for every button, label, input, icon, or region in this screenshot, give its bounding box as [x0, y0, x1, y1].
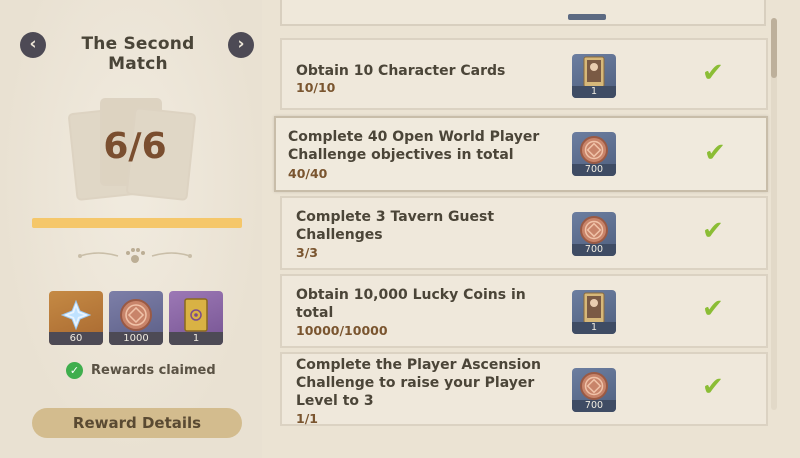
reward-details-button[interactable]: Reward Details: [32, 408, 242, 438]
task-row[interactable]: Complete 40 Open World Player Challenge …: [274, 116, 768, 192]
character-card-icon: [583, 56, 605, 88]
paw-divider-icon: [78, 248, 192, 263]
checkmark-icon: ✔: [702, 58, 724, 88]
reward-qty: 700: [572, 164, 616, 176]
match-panel: ‹ The Second Match › 6/6 60 1000 1 ✓ Rew…: [0, 0, 262, 458]
task-title: Complete 40 Open World Player Challenge …: [288, 129, 540, 163]
task-progress: 1/1: [296, 411, 318, 426]
challenge-list[interactable]: Obtain 10 Character Cards 10/10 1 ✔ Comp…: [262, 0, 800, 458]
task-progress: 3/3: [296, 245, 318, 260]
checkmark-icon: ✔: [702, 216, 724, 246]
lucky-coin-icon: [580, 216, 608, 245]
task-progress: 10/10: [296, 80, 336, 95]
task-reward[interactable]: 1: [572, 54, 616, 98]
match-progress-bar: [32, 218, 242, 228]
task-title: Complete the Player Ascension Challenge …: [296, 357, 542, 409]
match-progress-count: 6/6: [103, 126, 167, 167]
reward-qty: 1: [169, 332, 223, 345]
task-title: Obtain 10,000 Lucky Coins in total: [296, 287, 526, 321]
task-title: Obtain 10 Character Cards: [296, 63, 506, 79]
task-row[interactable]: Complete 3 Tavern Guest Challenges 3/3 7…: [280, 196, 768, 270]
task-reward[interactable]: 700: [572, 132, 616, 176]
task-title: Complete 3 Tavern Guest Challenges: [296, 209, 495, 243]
rewards-claimed-status: ✓ Rewards claimed: [66, 362, 216, 379]
task-row[interactable]: Complete the Player Ascension Challenge …: [280, 352, 768, 426]
lucky-coin-icon: [580, 372, 608, 401]
task-row[interactable]: Obtain 10,000 Lucky Coins in total 10000…: [280, 274, 768, 348]
reward-qty: 60: [49, 332, 103, 345]
match-rewards: 60 1000 1: [49, 291, 223, 345]
check-circle-icon: ✓: [66, 362, 83, 379]
reward-primogem[interactable]: 60: [49, 291, 103, 345]
match-progress-fill: [32, 218, 242, 228]
checkmark-icon: ✔: [702, 372, 724, 402]
reward-qty: 1000: [109, 332, 163, 345]
reward-qty: 1: [572, 322, 616, 334]
task-reward[interactable]: 700: [572, 212, 616, 256]
task-progress: 40/40: [288, 166, 328, 181]
task-row[interactable]: Obtain 10 Character Cards 10/10 1 ✔: [280, 38, 768, 110]
reward-icon-partial: [568, 14, 606, 20]
task-row-partial: [280, 0, 766, 26]
claimed-label: Rewards claimed: [91, 363, 216, 378]
task-reward[interactable]: 1: [572, 290, 616, 334]
next-match-button[interactable]: ›: [228, 32, 254, 58]
reward-qty: 1: [572, 86, 616, 98]
character-card-icon: [583, 292, 605, 324]
match-title: The Second Match: [81, 34, 195, 74]
lucky-coin-icon: [580, 136, 608, 165]
lucky-coin-icon: [120, 299, 152, 332]
chevron-left-icon: ‹: [29, 34, 37, 54]
primogem-icon: [61, 300, 91, 331]
list-scrollbar[interactable]: [771, 18, 777, 410]
checkmark-icon: ✔: [704, 138, 726, 168]
task-reward[interactable]: 700: [572, 368, 616, 412]
previous-match-button[interactable]: ‹: [20, 32, 46, 58]
card-back-icon: [184, 298, 208, 333]
reward-card-back[interactable]: 1: [169, 291, 223, 345]
checkmark-icon: ✔: [702, 294, 724, 324]
reward-lucky-coin[interactable]: 1000: [109, 291, 163, 345]
reward-qty: 700: [572, 244, 616, 256]
reward-qty: 700: [572, 400, 616, 412]
task-progress: 10000/10000: [296, 323, 388, 338]
scrollbar-thumb[interactable]: [771, 18, 777, 78]
chevron-right-icon: ›: [237, 34, 245, 54]
